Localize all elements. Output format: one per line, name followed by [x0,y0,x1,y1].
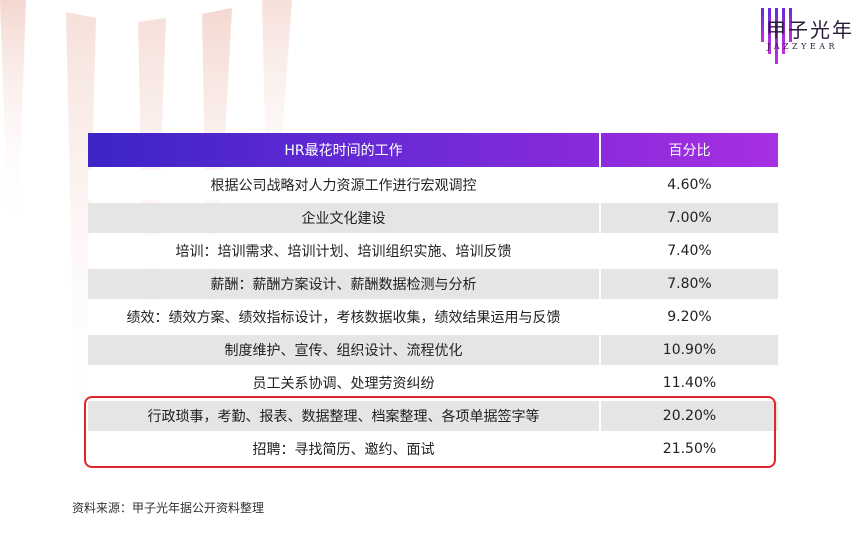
percent-cell: 11.40% [601,368,778,398]
task-cell: 制度维护、宣传、组织设计、流程优化 [88,335,599,365]
percent-cell: 7.40% [601,236,778,266]
task-cell: 企业文化建设 [88,203,599,233]
brand-name-cn: 甲子光年 [766,18,854,42]
percent-cell: 10.90% [601,335,778,365]
percent-cell: 9.20% [601,302,778,332]
task-cell: 根据公司战略对人力资源工作进行宏观调控 [88,170,599,200]
task-cell: 培训：培训需求、培训计划、培训组织实施、培训反馈 [88,236,599,266]
header-percent: 百分比 [601,133,778,167]
table-row: 员工关系协调、处理劳资纠纷 11.40% [88,368,778,398]
percent-cell: 7.80% [601,269,778,299]
table-row: 培训：培训需求、培训计划、培训组织实施、培训反馈 7.40% [88,236,778,266]
percent-cell: 4.60% [601,170,778,200]
source-note: 资料来源：甲子光年据公开资料整理 [72,501,265,515]
table-row: 制度维护、宣传、组织设计、流程优化 10.90% [88,335,778,365]
header-task: HR最花时间的工作 [88,133,599,167]
table-row: 企业文化建设 7.00% [88,203,778,233]
table-row: 绩效：绩效方案、绩效指标设计，考核数据收集，绩效结果运用与反馈 9.20% [88,302,778,332]
task-cell: 绩效：绩效方案、绩效指标设计，考核数据收集，绩效结果运用与反馈 [88,302,599,332]
table-row: 根据公司战略对人力资源工作进行宏观调控 4.60% [88,170,778,200]
table-header: HR最花时间的工作 百分比 [88,133,778,167]
task-cell: 薪酬：薪酬方案设计、薪酬数据检测与分析 [88,269,599,299]
task-cell: 员工关系协调、处理劳资纠纷 [88,368,599,398]
table-row: 薪酬：薪酬方案设计、薪酬数据检测与分析 7.80% [88,269,778,299]
percent-cell: 7.00% [601,203,778,233]
highlight-box [84,396,776,468]
brand-name-en: JAZZYEAR [767,42,839,51]
